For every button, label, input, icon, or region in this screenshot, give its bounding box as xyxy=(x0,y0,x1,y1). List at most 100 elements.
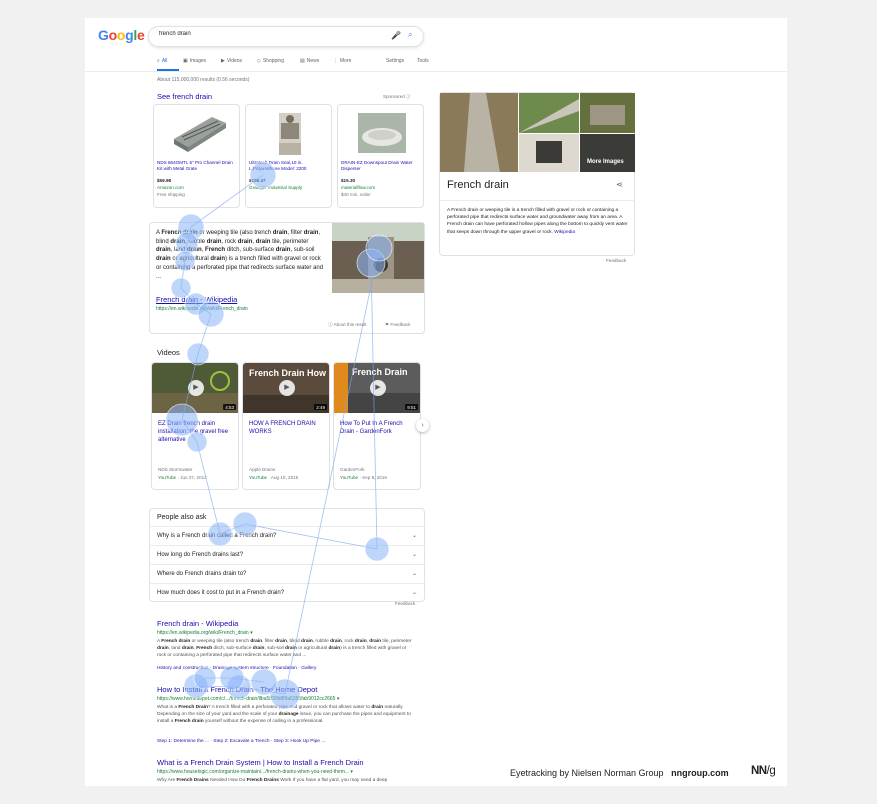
play-icon[interactable]: ▶ xyxy=(279,380,295,396)
video-title[interactable]: HOW A FRENCH DRAIN WORKS xyxy=(249,420,327,436)
video-title[interactable]: EZ Drain french drain installation: the … xyxy=(158,420,236,444)
nng-eyetracking-figure: Google 🎤 ⌕ ⌕All ▣Images ▶Videos ◇Shoppin… xyxy=(85,18,787,786)
divider xyxy=(440,200,635,201)
tab-more[interactable]: ⋮ More xyxy=(333,58,351,64)
result-snippet: A French drain or weeping tile (also tre… xyxy=(157,639,412,659)
video-date: YouTube · Jun 27, 2013 xyxy=(158,475,207,480)
product-card[interactable]: NDS 864OMTL 5" Pro Channel Drain Kit wit… xyxy=(153,104,240,208)
product-seller: Grainger Industrial Supply xyxy=(249,185,303,190)
more-images-link[interactable]: More Images xyxy=(587,159,624,165)
tab-shopping[interactable]: ◇ Shopping xyxy=(257,58,284,64)
more-vert-icon: ⋮ xyxy=(333,58,338,64)
tab-settings[interactable]: Settings xyxy=(386,58,404,64)
tab-videos[interactable]: ▶ Videos xyxy=(221,58,242,64)
divider xyxy=(85,71,787,72)
result-title[interactable]: French drain - Wikipedia xyxy=(157,619,238,628)
chevron-down-icon: ⌄ xyxy=(411,590,417,596)
share-icon[interactable]: ⋖ xyxy=(616,180,623,189)
image-icon: ▣ xyxy=(183,58,188,64)
paa-question[interactable]: Why is a French drain called a French dr… xyxy=(149,526,425,545)
search-input[interactable] xyxy=(159,31,359,37)
product-seller: Amazon.com xyxy=(157,185,184,190)
result-sitelinks[interactable]: Step 1: Determine the ... · Step 2: Exca… xyxy=(157,739,325,744)
play-icon[interactable]: ▶ xyxy=(370,380,386,396)
video-source: NDS Stormwater xyxy=(158,467,193,472)
product-image xyxy=(344,109,419,157)
product-image xyxy=(160,109,235,157)
video-card[interactable]: ▶ 4:53 EZ Drain french drain installatio… xyxy=(151,362,239,490)
result-url[interactable]: https://www.houselogic.com/organize-main… xyxy=(157,769,353,775)
product-shipping: $40 min. order xyxy=(341,192,371,197)
search-icon[interactable]: ⌕ xyxy=(408,30,412,40)
knowledge-panel-title: French drain xyxy=(447,179,509,191)
feedback-link[interactable]: Feedback xyxy=(395,601,415,606)
french-drain-diagram-image[interactable] xyxy=(332,223,424,293)
product-title[interactable]: NDS 864OMTL 5" Pro Channel Drain Kit wit… xyxy=(157,160,237,172)
product-image xyxy=(252,109,327,157)
product-price: $59.98 xyxy=(157,178,172,183)
tab-all[interactable]: ⌕ All xyxy=(157,58,167,64)
featured-snippet-url[interactable]: https://en.wikipedia.org/wiki/French_dra… xyxy=(156,306,248,312)
google-logo[interactable]: Google xyxy=(98,27,145,43)
tag-icon: ◇ xyxy=(257,58,261,64)
video-duration: 4:53 xyxy=(223,404,236,410)
featured-snippet-title[interactable]: French drain - Wikipedia xyxy=(156,295,237,304)
play-icon[interactable]: ▶ xyxy=(188,380,204,396)
sponsored-label[interactable]: Sponsored ⓘ xyxy=(383,94,411,100)
people-also-ask-heading: People also ask xyxy=(157,514,207,521)
video-date: YouTube · Sep 9, 2016 xyxy=(340,475,387,480)
videos-heading: Videos xyxy=(157,348,180,357)
video-title[interactable]: How To Put In A French Drain - GardenFor… xyxy=(340,420,418,436)
chevron-down-icon: ⌄ xyxy=(411,552,417,558)
search-tabs: ⌕ All ▣ Images ▶ Videos ◇ Shopping ▤ News ⋮ Mo… xyxy=(157,56,447,70)
gaze-saccade xyxy=(231,677,265,683)
knowledge-panel-description: A French drain or weeping tile is a tren… xyxy=(447,208,628,235)
paa-question[interactable]: How much does it cost to put in a French… xyxy=(149,583,425,602)
tab-images[interactable]: ▣ Images xyxy=(183,58,206,64)
product-title[interactable]: DRAIN-EZ Downspout Drain Water Disperser xyxy=(341,160,421,172)
result-sitelinks[interactable]: History and construction · Drainage syst… xyxy=(157,666,316,671)
microphone-icon[interactable]: 🎤 xyxy=(391,31,401,40)
credit-line: Eyetracking by Nielsen Norman Group nngr… xyxy=(510,768,729,778)
product-title[interactable]: Ultratech Drain Seal,10 in. L,Polyuretha… xyxy=(249,160,329,172)
video-date: YouTube · Aug 10, 2015 xyxy=(249,475,299,480)
result-url[interactable]: https://en.wikipedia.org/wiki/French_dra… xyxy=(157,630,253,636)
result-title[interactable]: What is a French Drain System | How to I… xyxy=(157,758,364,767)
tab-news[interactable]: ▤ News xyxy=(300,58,319,64)
wikipedia-link[interactable]: Wikipedia xyxy=(554,230,575,235)
logo-letter: g xyxy=(125,27,134,43)
search-box[interactable]: 🎤 ⌕ xyxy=(148,26,424,47)
shopping-heading[interactable]: See french drain xyxy=(157,92,212,101)
video-duration: 2:49 xyxy=(314,404,327,410)
video-icon: ▶ xyxy=(221,58,225,64)
video-card[interactable]: French Drain ▶ 9:51 How To Put In A Fren… xyxy=(333,362,421,490)
logo-letter: e xyxy=(136,27,145,43)
product-shipping: Free shipping xyxy=(157,192,185,197)
product-price: $106.37 xyxy=(249,178,266,183)
nng-logo: NN/g xyxy=(751,765,776,777)
result-snippet: Why Are French Drains Needed How Do Fren… xyxy=(157,778,388,783)
chevron-down-icon: ⌄ xyxy=(411,533,417,539)
product-card[interactable]: Ultratech Drain Seal,10 in. L,Polyuretha… xyxy=(245,104,332,208)
tab-tools[interactable]: Tools xyxy=(417,58,429,64)
logo-letter: o xyxy=(108,27,118,43)
nngroup-domain[interactable]: nngroup.com xyxy=(671,768,729,778)
news-icon: ▤ xyxy=(300,58,305,64)
result-title[interactable]: How to Install a French Drain - The Home… xyxy=(157,685,317,694)
paa-question[interactable]: How long do French drains last? ⌄ xyxy=(149,545,425,564)
paa-question[interactable]: Where do French drains drain to? ⌄ xyxy=(149,564,425,583)
chevron-down-icon: ⌄ xyxy=(411,571,417,577)
featured-snippet-text: A French drain or weeping tile (also tre… xyxy=(156,230,324,280)
feedback-link[interactable]: ⚑ Feedback xyxy=(385,322,411,328)
logo-letter: o xyxy=(116,27,126,43)
thumbnail-caption: French Drain xyxy=(352,367,408,377)
feedback-link[interactable]: Feedback xyxy=(606,258,626,263)
logo-letter: G xyxy=(98,27,109,43)
product-card[interactable]: DRAIN-EZ Downspout Drain Water Disperser… xyxy=(337,104,424,208)
carousel-next-button[interactable]: › xyxy=(416,419,429,432)
product-seller: materialflow.com xyxy=(341,185,376,190)
product-price: $15.30 xyxy=(341,178,356,183)
result-url[interactable]: https://www.homedepot.com/c/.../french-d… xyxy=(157,696,339,702)
video-card[interactable]: French Drain How it Works ▶ 2:49 HOW A F… xyxy=(242,362,330,490)
about-this-result-link[interactable]: ⓘ About this result xyxy=(328,322,367,328)
